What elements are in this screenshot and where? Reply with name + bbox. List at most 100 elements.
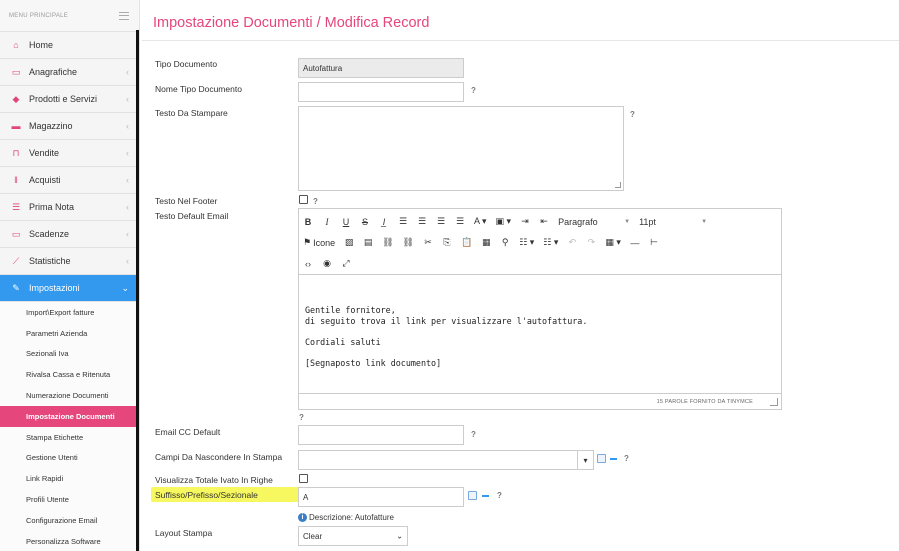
icons-button[interactable]: ⚑ Icone bbox=[303, 236, 335, 250]
help-icon[interactable]: ? bbox=[624, 454, 629, 463]
clear-format-button[interactable]: I̲ bbox=[379, 215, 389, 229]
unlink-icon[interactable]: ⛓ bbox=[403, 236, 414, 250]
align-justify-icon[interactable]: ☰ bbox=[455, 215, 465, 229]
background-color-icon[interactable]: ▣ ▾ bbox=[496, 215, 512, 229]
copy-icon[interactable] bbox=[597, 454, 606, 463]
editor-line: Gentile fornitore, bbox=[305, 305, 396, 315]
sidebar-subitem[interactable]: Link Rapidi bbox=[0, 468, 139, 490]
testo-nel-footer-label: Testo Nel Footer bbox=[155, 196, 218, 206]
help-icon[interactable]: ? bbox=[630, 110, 635, 119]
link-icon[interactable]: ⛓ bbox=[382, 236, 393, 250]
underline-button[interactable]: U bbox=[341, 215, 351, 229]
sidebar-item-label: Impostazioni bbox=[29, 283, 80, 293]
preview-icon[interactable]: ◉ bbox=[322, 257, 332, 271]
redo-icon[interactable]: ↷ bbox=[586, 236, 596, 250]
sidebar-subitem[interactable]: Stampa Etichette bbox=[0, 426, 139, 448]
resize-handle[interactable] bbox=[615, 182, 621, 188]
remove-icon[interactable] bbox=[610, 458, 617, 460]
align-center-icon[interactable]: ☰ bbox=[417, 215, 427, 229]
sidebar-divider bbox=[136, 30, 139, 551]
cut-icon[interactable]: ✂ bbox=[423, 236, 433, 250]
sub-menu-list: Import\Export fatture Parametri Azienda Se… bbox=[0, 302, 139, 551]
sidebar-subitem[interactable]: Rivalsa Cassa e Ritenuta bbox=[0, 364, 139, 386]
strikethrough-button[interactable]: S bbox=[360, 215, 370, 229]
page-title: Impostazione Documenti / Modifica Record bbox=[153, 15, 430, 31]
italic-button[interactable]: I bbox=[322, 215, 332, 229]
sidebar-subitem[interactable]: Sezionali Iva bbox=[0, 343, 139, 365]
sidebar-item-vendite[interactable]: ⊓ Vendite ‹ bbox=[0, 140, 139, 167]
find-icon[interactable]: ⚲ bbox=[500, 236, 510, 250]
paragraph-select-value: Paragrafo bbox=[558, 216, 598, 227]
paragraph-select[interactable]: Paragrafo ▼ bbox=[558, 215, 630, 229]
bullet-list-icon[interactable]: ☷ ▾ bbox=[519, 236, 534, 250]
numbered-list-icon[interactable]: ☷ ▾ bbox=[543, 236, 558, 250]
layout-stampa-select[interactable]: Clear ⌄ bbox=[298, 526, 408, 546]
bold-button[interactable]: B bbox=[303, 215, 313, 229]
hamburger-icon[interactable] bbox=[119, 11, 129, 20]
suffisso-description-text: Descrizione: Autofatture bbox=[309, 513, 394, 522]
sidebar-item-label: Statistiche bbox=[29, 256, 71, 266]
paste-text-icon[interactable]: ▦ bbox=[481, 236, 491, 250]
chevron-left-icon: ‹ bbox=[126, 229, 129, 239]
sidebar-item-anagrafiche[interactable]: ▭ Anagrafiche ‹ bbox=[0, 59, 139, 86]
table-icon[interactable]: ▦ ▾ bbox=[605, 236, 621, 250]
sidebar-item-prodotti-e-servizi[interactable]: ◆ Prodotti e Servizi ‹ bbox=[0, 86, 139, 113]
testo-da-stampare-textarea[interactable] bbox=[298, 106, 624, 191]
font-size-select[interactable]: 11pt ▼ bbox=[639, 215, 707, 229]
help-icon[interactable]: ? bbox=[471, 430, 476, 439]
media-icon[interactable]: ▤ bbox=[363, 236, 373, 250]
sidebar-subitem[interactable]: Impostazione Documenti bbox=[0, 405, 139, 427]
help-icon[interactable]: ? bbox=[471, 86, 476, 95]
sidebar-subitem[interactable]: Profili Utente bbox=[0, 489, 139, 510]
testo-nel-footer-checkbox[interactable] bbox=[299, 195, 308, 204]
nav-list: ⌂ Home ▭ Anagrafiche ‹ ◆ Prodotti e Servizi ‹ ▬ M… bbox=[0, 32, 139, 302]
indent-icon[interactable]: ⇥ bbox=[520, 215, 530, 229]
image-icon[interactable]: ▨ bbox=[344, 236, 354, 250]
campi-da-nascondere-select[interactable]: ▾ bbox=[298, 450, 594, 470]
sidebar-item-impostazioni[interactable]: ✎ Impostazioni ⌄ bbox=[0, 275, 139, 302]
sidebar-item-scadenze[interactable]: ▭ Scadenze ‹ bbox=[0, 221, 139, 248]
copy-icon[interactable]: ⎘ bbox=[442, 236, 452, 250]
sidebar-subitem[interactable]: Configurazione Email bbox=[0, 509, 139, 531]
sidebar-subitem[interactable]: Parametri Azienda bbox=[0, 322, 139, 344]
sidebar-subitem[interactable]: Import\Export fatture bbox=[0, 302, 139, 323]
visualizza-totale-ivato-checkbox[interactable] bbox=[299, 474, 308, 483]
text-color-icon[interactable]: A ▾ bbox=[474, 215, 487, 229]
suffisso-description: i Descrizione: Autofatture bbox=[298, 513, 394, 522]
fullscreen-icon[interactable]: ⤢ bbox=[341, 257, 351, 271]
sidebar-subitem[interactable]: Numerazione Documenti bbox=[0, 385, 139, 406]
email-cc-default-input[interactable] bbox=[298, 425, 464, 445]
horizontal-rule-icon[interactable]: — bbox=[630, 236, 640, 250]
info-icon: i bbox=[298, 513, 307, 522]
help-icon[interactable]: ? bbox=[313, 197, 318, 206]
chevron-down-icon[interactable]: ▾ bbox=[577, 451, 593, 469]
page-break-icon[interactable]: ⊢ bbox=[649, 236, 659, 250]
editor-content[interactable]: Gentile fornitore, di seguito trova il l… bbox=[299, 275, 781, 369]
align-right-icon[interactable]: ☰ bbox=[436, 215, 446, 229]
paste-icon[interactable]: 📋 bbox=[461, 236, 472, 250]
align-left-icon[interactable]: ☰ bbox=[398, 215, 408, 229]
chevron-down-icon: ⌄ bbox=[396, 531, 403, 541]
help-icon[interactable]: ? bbox=[497, 491, 502, 500]
sidebar-item-prima-nota[interactable]: ☰ Prima Nota ‹ bbox=[0, 194, 139, 221]
copy-icon[interactable] bbox=[468, 491, 477, 500]
editor-statusbar: 15 PAROLE FORNITO DA TINYMCE bbox=[299, 393, 781, 409]
remove-icon[interactable] bbox=[482, 495, 489, 497]
undo-icon[interactable]: ↶ bbox=[567, 236, 577, 250]
email-editor[interactable]: B I U S I̲ ☰ ☰ ☰ ☰ A ▾ ▣ ▾ ⇥ ⇤ Paragrafo… bbox=[298, 208, 782, 410]
chevron-down-icon: ⌄ bbox=[121, 282, 129, 293]
sidebar-subitem[interactable]: Gestione Utenti bbox=[0, 447, 139, 469]
source-code-icon[interactable]: ‹› bbox=[303, 257, 313, 271]
sidebar-item-statistiche[interactable]: ⟋ Statistiche ‹ bbox=[0, 248, 139, 275]
nome-tipo-documento-input[interactable] bbox=[298, 82, 464, 102]
sidebar-subitem[interactable]: Personalizza Software bbox=[0, 530, 139, 551]
chevron-left-icon: ‹ bbox=[126, 121, 129, 131]
help-icon[interactable]: ? bbox=[299, 413, 304, 422]
suffisso-input[interactable]: A bbox=[298, 487, 464, 507]
editor-resize-handle[interactable] bbox=[770, 398, 778, 406]
outdent-icon[interactable]: ⇤ bbox=[539, 215, 549, 229]
sidebar-item-acquisti[interactable]: ‖ Acquisti ‹ bbox=[0, 167, 139, 194]
sidebar-item-magazzino[interactable]: ▬ Magazzino ‹ bbox=[0, 113, 139, 140]
sidebar-item-home[interactable]: ⌂ Home bbox=[0, 32, 139, 59]
editor-toolbar: B I U S I̲ ☰ ☰ ☰ ☰ A ▾ ▣ ▾ ⇥ ⇤ Paragrafo… bbox=[299, 209, 781, 275]
